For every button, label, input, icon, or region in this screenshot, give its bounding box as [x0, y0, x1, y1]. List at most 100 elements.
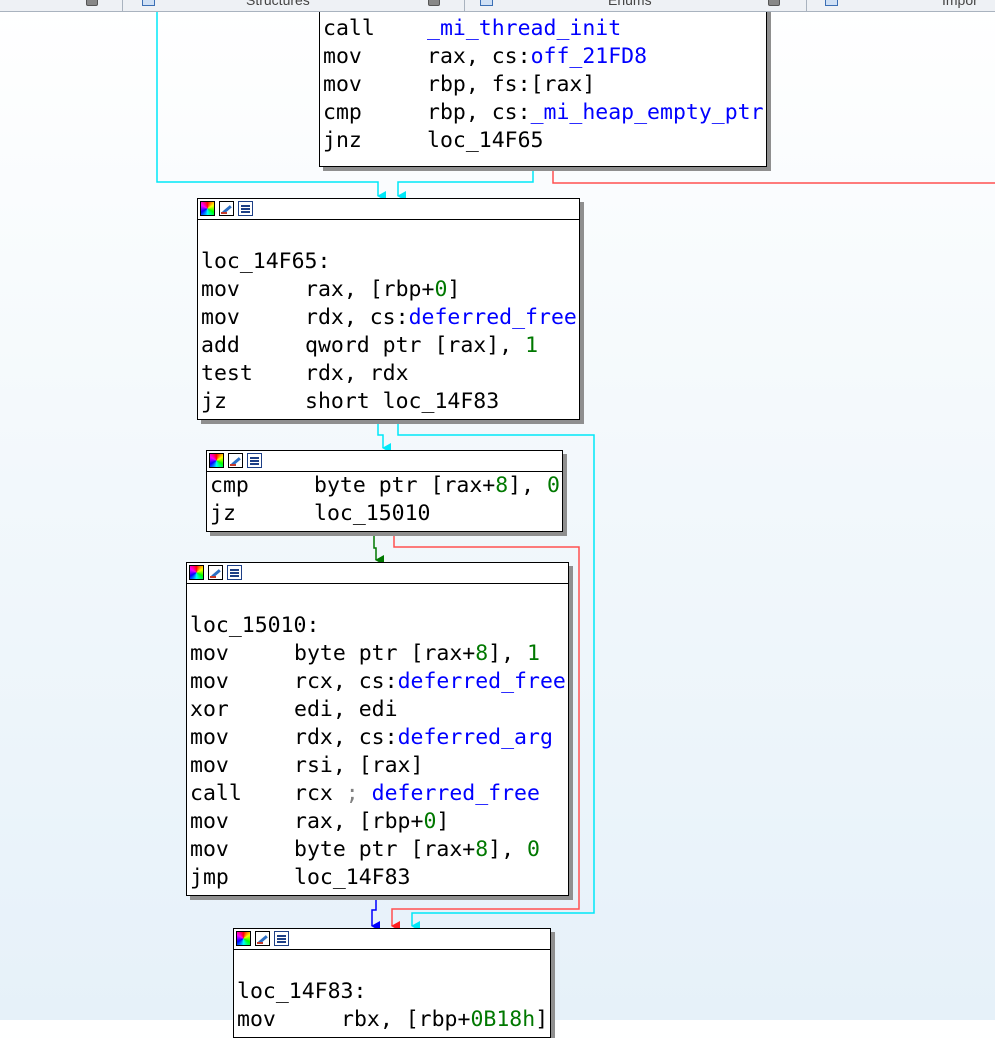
code-block-cmp[interactable]: cmp byte ptr [rax+8], 0 jz loc_15010 [206, 450, 563, 532]
mnemonic[interactable]: test [201, 360, 305, 388]
mnemonic[interactable]: call [190, 780, 294, 808]
symbol-name[interactable]: deferred_free [398, 669, 566, 694]
operand[interactable]: loc_14F83 [294, 865, 411, 890]
instruction-line[interactable]: call _mi_thread_init [323, 15, 766, 43]
mnemonic[interactable]: mov [237, 1006, 341, 1034]
mnemonic[interactable]: mov [323, 43, 427, 71]
operand[interactable]: rdx, cs: [294, 725, 398, 750]
instruction-line[interactable]: cmp byte ptr [rax+8], 0 [210, 472, 562, 500]
operand[interactable]: loc_15010 [314, 501, 431, 526]
operand[interactable]: ], [488, 837, 527, 862]
close-icon[interactable] [428, 0, 440, 6]
operand[interactable]: short loc_14F83 [305, 389, 499, 414]
symbol-name[interactable]: _mi_heap_empty_ptr [531, 100, 764, 125]
operand[interactable]: byte ptr [rax+ [314, 473, 495, 498]
numeric-operand[interactable]: 1 [527, 641, 540, 666]
instruction-line[interactable]: mov rsi, [rax] [190, 752, 568, 780]
code-block-loc-15010[interactable]: loc_15010: mov byte ptr [rax+8], 1 mov rcx, … [186, 562, 569, 896]
mnemonic[interactable]: mov [190, 668, 294, 696]
numeric-operand[interactable]: 1 [525, 333, 538, 358]
mnemonic[interactable]: mov [323, 71, 427, 99]
code-label[interactable]: loc_14F83: [237, 978, 550, 1006]
operand[interactable]: rdx, rdx [305, 361, 409, 386]
operand[interactable]: qword ptr [rax], [305, 333, 525, 358]
close-icon[interactable] [86, 0, 98, 6]
instruction-line[interactable]: cmp rbp, cs:_mi_heap_empty_ptr [323, 99, 766, 127]
operand[interactable]: ] [447, 277, 460, 302]
rename-pencil-icon[interactable] [228, 453, 243, 468]
instruction-line[interactable]: mov rbx, [rbp+0B18h] [237, 1006, 550, 1034]
instruction-line[interactable]: mov rax, [rbp+0] [201, 276, 579, 304]
rename-pencil-icon[interactable] [255, 931, 270, 946]
operand[interactable]: rbp, fs:[rax] [427, 72, 595, 97]
symbol-name[interactable]: off_21FD8 [531, 44, 648, 69]
numeric-operand[interactable]: 8 [475, 837, 488, 862]
instruction-line[interactable]: jz loc_15010 [210, 500, 562, 528]
mnemonic[interactable]: add [201, 332, 305, 360]
label-text[interactable]: loc_15010: [190, 613, 319, 638]
numeric-operand[interactable]: 0 [423, 809, 436, 834]
symbol-name[interactable]: deferred_free [372, 781, 540, 806]
mnemonic[interactable]: mov [190, 836, 294, 864]
mnemonic[interactable]: jmp [190, 864, 294, 892]
instruction-line[interactable]: call rcx ; deferred_free [190, 780, 568, 808]
operand[interactable]: byte ptr [rax+ [294, 641, 475, 666]
mnemonic[interactable]: mov [190, 640, 294, 668]
group-nodes-icon[interactable] [247, 453, 262, 468]
instruction-line[interactable]: mov rbp, fs:[rax] [323, 71, 766, 99]
operand[interactable]: rax, [rbp+ [305, 277, 434, 302]
mnemonic[interactable]: jz [210, 500, 314, 528]
comment[interactable]: ; [346, 781, 372, 806]
mnemonic[interactable]: mov [201, 304, 305, 332]
numeric-operand[interactable]: 0 [434, 277, 447, 302]
code-label[interactable]: loc_15010: [190, 612, 568, 640]
operand[interactable]: rsi, [rax] [294, 753, 423, 778]
symbol-name[interactable]: deferred_arg [398, 725, 553, 750]
instruction-line[interactable]: test rdx, rdx [201, 360, 579, 388]
mnemonic[interactable]: mov [190, 724, 294, 752]
instruction-line[interactable]: xor edi, edi [190, 696, 568, 724]
operand[interactable]: ], [488, 641, 527, 666]
color-palette-icon[interactable] [209, 453, 224, 468]
instruction-line[interactable]: mov rax, [rbp+0] [190, 808, 568, 836]
group-nodes-icon[interactable] [227, 565, 242, 580]
code-block-loc-14f65[interactable]: loc_14F65: mov rax, [rbp+0] mov rdx, cs:defe… [197, 198, 580, 420]
mnemonic[interactable]: jz [201, 388, 305, 416]
operand[interactable]: rcx, cs: [294, 669, 398, 694]
symbol-name[interactable]: deferred_free [409, 305, 577, 330]
instruction-line[interactable]: mov rdx, cs:deferred_free [201, 304, 579, 332]
code-label[interactable]: loc_14F65: [201, 248, 579, 276]
mnemonic[interactable]: mov [201, 276, 305, 304]
mnemonic[interactable]: mov [190, 752, 294, 780]
instruction-line[interactable]: mov byte ptr [rax+8], 0 [190, 836, 568, 864]
instruction-line[interactable]: jmp loc_14F83 [190, 864, 568, 892]
color-palette-icon[interactable] [189, 565, 204, 580]
instruction-line[interactable]: mov rax, cs:off_21FD8 [323, 43, 766, 71]
numeric-operand[interactable]: 8 [495, 473, 508, 498]
operand[interactable]: rdx, cs: [305, 305, 409, 330]
instruction-line[interactable]: mov rcx, cs:deferred_free [190, 668, 568, 696]
label-text[interactable]: loc_14F83: [237, 979, 366, 1004]
label-text[interactable]: loc_14F65: [201, 249, 330, 274]
operand[interactable]: rax, [rbp+ [294, 809, 423, 834]
numeric-operand[interactable]: 8 [475, 641, 488, 666]
color-palette-icon[interactable] [200, 201, 215, 216]
operand[interactable]: rbp, cs: [427, 100, 531, 125]
code-block-loc-14f83[interactable]: loc_14F83: mov rbx, [rbp+0B18h] [233, 928, 551, 1038]
instruction-line[interactable]: mov byte ptr [rax+8], 1 [190, 640, 568, 668]
tab-enums[interactable]: Enums [608, 0, 652, 8]
mnemonic[interactable]: mov [190, 808, 294, 836]
group-nodes-icon[interactable] [274, 931, 289, 946]
operand[interactable]: ], [508, 473, 547, 498]
operand[interactable]: edi, edi [294, 697, 398, 722]
group-nodes-icon[interactable] [238, 201, 253, 216]
operand[interactable]: byte ptr [rax+ [294, 837, 475, 862]
operand[interactable]: rax, cs: [427, 44, 531, 69]
operand[interactable]: loc_14F65 [427, 128, 544, 153]
instruction-line[interactable]: add qword ptr [rax], 1 [201, 332, 579, 360]
instruction-line[interactable]: mov rdx, cs:deferred_arg [190, 724, 568, 752]
operand[interactable]: rcx [294, 781, 346, 806]
rename-pencil-icon[interactable] [219, 201, 234, 216]
close-icon[interactable] [768, 0, 780, 6]
numeric-operand[interactable]: 0 [547, 473, 560, 498]
